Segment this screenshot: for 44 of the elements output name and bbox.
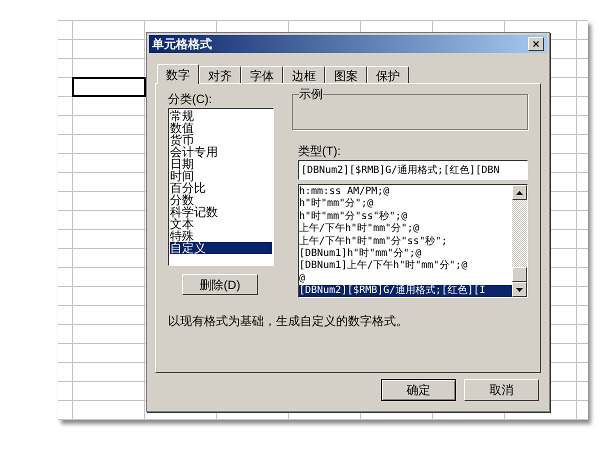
category-list[interactable]: 常规 数值 货币 会计专用 日期 时间 百分比 分数 科学记数 文本 特殊 自定义	[168, 108, 274, 266]
tab[interactable]: 数字	[157, 64, 199, 84]
category-item[interactable]: 自定义	[170, 242, 272, 254]
delete-button[interactable]: 删除(D)	[182, 274, 258, 295]
tab[interactable]: 字体	[241, 66, 283, 83]
sample-label: 示例	[299, 87, 323, 101]
category-item[interactable]: 时间	[170, 170, 272, 182]
type-item[interactable]: h:mm:ss AM/PM;@	[299, 186, 512, 198]
type-item[interactable]: [DBNum2][$RMB]G/通用格式;[红色][I	[299, 285, 512, 297]
category-item[interactable]: 分数	[170, 194, 272, 206]
category-label: 分类(C):	[168, 91, 213, 106]
type-item[interactable]: 上午/下午h"时"mm"分";@	[299, 223, 512, 236]
category-item[interactable]: 科学记数	[170, 206, 272, 218]
type-item[interactable]: @	[299, 272, 512, 286]
category-item[interactable]: 货币	[170, 134, 272, 146]
type-item[interactable]: h"时"mm"分";@	[299, 198, 512, 211]
scrollbar[interactable]	[512, 185, 527, 297]
cancel-button[interactable]: 取消	[464, 379, 539, 401]
description-text: 以现有格式为基础，生成自定义的数字格式。	[168, 313, 409, 330]
category-item[interactable]: 数值	[170, 122, 272, 134]
selected-cell[interactable]	[72, 77, 146, 97]
tab[interactable]: 保护	[367, 66, 409, 83]
close-button[interactable]: ×	[528, 37, 544, 51]
ok-button[interactable]: 确定	[381, 379, 456, 401]
category-item[interactable]: 会计专用	[170, 146, 272, 158]
tab[interactable]: 对齐	[199, 66, 241, 83]
type-list[interactable]: h:mm:ss AM/PM;@ h"时"mm"分";@ h"时"mm"分"ss"秒";@ 上午/下午h"时"mm"分";@ 上午/下午h"时"mm"分"ss"秒"; [DBNum1]h"时"mm"分";@ [DBNum1]上午/下午h"时"mm"分";@ @ [DBNum2][$RMB]G/通用格式;[红色][I	[298, 184, 528, 298]
category-item[interactable]: 文本	[170, 218, 272, 230]
scroll-up-icon[interactable]	[512, 185, 527, 200]
type-item[interactable]: [DBNum1]上午/下午h"时"mm"分";@	[299, 260, 512, 273]
scroll-thumb[interactable]	[512, 267, 527, 282]
tab[interactable]: 边框	[283, 66, 325, 83]
type-label: 类型(T):	[298, 143, 342, 158]
tab[interactable]: 图案	[325, 66, 367, 83]
category-item[interactable]: 日期	[170, 158, 272, 170]
category-item[interactable]: 常规	[170, 110, 272, 122]
type-item[interactable]: [DBNum1]h"时"mm"分";@	[299, 248, 512, 260]
category-item[interactable]: 百分比	[170, 182, 272, 194]
type-item[interactable]: h"时"mm"分"ss"秒";@	[299, 210, 512, 224]
type-input[interactable]: [DBNum2][$RMB]G/通用格式;[红色][DBN	[298, 160, 528, 180]
scroll-down-icon[interactable]	[512, 282, 527, 297]
window-title: 单元格格式	[152, 36, 212, 53]
type-item[interactable]: 上午/下午h"时"mm"分"ss"秒";	[299, 236, 512, 248]
category-item[interactable]: 特殊	[170, 230, 272, 242]
